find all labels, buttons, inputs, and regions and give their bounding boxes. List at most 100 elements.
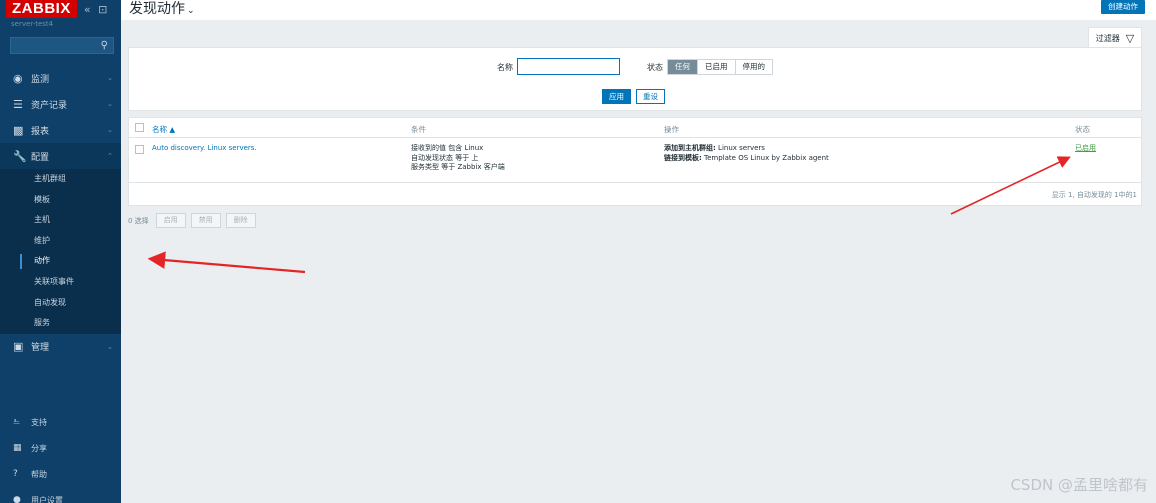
operations-cell: 添加到主机群组: Linux servers 链接到模板: Template O… <box>664 144 829 163</box>
chevron-down-icon: ⌄ <box>187 6 195 16</box>
status-option-enabled[interactable]: 已启用 <box>698 60 736 74</box>
filter-name-label: 名称 <box>497 63 513 72</box>
operation-type: 链接到模板: <box>664 153 702 162</box>
watermark: CSDN @孟里啥都有 <box>1010 476 1148 494</box>
status-option-any[interactable]: 任何 <box>668 60 698 74</box>
bar-chart-icon: ▩ <box>13 123 24 137</box>
condition-line: 服务类型 等于 Zabbix 客户端 <box>411 163 505 171</box>
admin-icon: ▣ <box>13 340 24 354</box>
submenu-item-maintenance[interactable]: 维护 <box>0 231 121 252</box>
operation-line: 添加到主机群组: Linux servers <box>664 144 829 154</box>
submenu-item-services[interactable]: 服务 <box>0 313 121 334</box>
menu-item-monitoring[interactable]: ◉ 监测 ⌄ <box>0 65 121 91</box>
share-icon: ▦ <box>13 443 22 453</box>
submenu-item-event-correlation[interactable]: 关联项事件 <box>0 272 121 293</box>
menu-label: 配置 <box>31 152 50 163</box>
column-header-status: 状态 <box>1075 125 1090 134</box>
menu-label: 报表 <box>31 126 50 137</box>
menu-item-configuration[interactable]: 🔧 配置 ⌃ <box>0 143 121 169</box>
column-header-operations: 操作 <box>664 125 679 134</box>
filter-icon: ▽ <box>1125 31 1135 45</box>
page-title-text: 发现动作 <box>129 1 185 17</box>
status-toggle-link[interactable]: 已启用 <box>1075 144 1096 152</box>
sidebar-collapse-controls[interactable]: « ⊡ <box>84 3 109 16</box>
operation-target: Linux servers <box>715 144 765 152</box>
menu-item-inventory[interactable]: ☰ 资产记录 ⌄ <box>0 91 121 117</box>
menu-label: 监测 <box>31 74 50 85</box>
filter-status-toggle: 任何 已启用 停用的 <box>667 59 773 75</box>
list-icon: ☰ <box>13 97 23 111</box>
mass-disable-button[interactable]: 禁用 <box>190 213 221 228</box>
submenu-item-hosts[interactable]: 主机 <box>0 210 121 231</box>
submenu-item-actions[interactable]: 动作 <box>0 251 121 272</box>
filter-status-label: 状态 <box>647 63 663 72</box>
main-menu: ◉ 监测 ⌄ ☰ 资产记录 ⌄ ▩ 报表 ⌄ 🔧 配置 ⌃ 主机群组 模板 主机… <box>0 65 121 360</box>
action-name-link[interactable]: Auto discovery. Linux servers. <box>152 144 257 152</box>
search-icon[interactable]: ⚲ <box>101 40 108 51</box>
operation-line: 链接到模板: Template OS Linux by Zabbix agent <box>664 154 829 164</box>
sidebar: ZABBIX « ⊡ server-test4 ⚲ ◉ 监测 ⌄ ☰ 资产记录 … <box>0 0 121 503</box>
submenu-item-templates[interactable]: 模板 <box>0 190 121 211</box>
mass-delete-button[interactable]: 删除 <box>225 213 256 228</box>
table-row: Auto discovery. Linux servers. 接收到的值 包含 … <box>129 139 1141 183</box>
operation-type: 添加到主机群组: <box>664 144 716 152</box>
help-icon: ? <box>13 469 18 479</box>
action-name-cell: Auto discovery. Linux servers. <box>152 144 257 154</box>
chevron-up-icon: ⌃ <box>107 152 113 160</box>
filter-name-input[interactable] <box>517 58 620 75</box>
configuration-submenu: 主机群组 模板 主机 维护 动作 关联项事件 自动发现 服务 <box>0 169 121 334</box>
menu-item-share[interactable]: ▦ 分享 <box>0 435 121 461</box>
page-header: 发现动作 ⌄ 创建动作 <box>121 0 1156 20</box>
chevron-down-icon: ⌄ <box>107 126 113 134</box>
menu-label: 用户设置 <box>31 495 63 503</box>
mass-enable-button[interactable]: 启用 <box>155 213 186 228</box>
sidebar-search-input[interactable]: ⚲ <box>10 37 114 54</box>
server-name: server-test4 <box>11 20 54 28</box>
table-header: 名称 ▲ 条件 操作 状态 <box>129 118 1141 138</box>
eye-icon: ◉ <box>13 71 23 85</box>
menu-item-support[interactable]: ⎁ 支持 <box>0 409 121 435</box>
table-summary: 显示 1, 自动发现的 1中的1 <box>1051 191 1137 199</box>
menu-label: 管理 <box>31 343 50 354</box>
menu-item-user-settings[interactable]: ● 用户设置 <box>0 487 121 503</box>
conditions-cell: 接收到的值 包含 Linux 自动发现状态 等于 上 服务类型 等于 Zabbi… <box>411 144 505 173</box>
condition-line: 接收到的值 包含 Linux <box>411 144 484 152</box>
column-header-conditions: 条件 <box>411 125 426 134</box>
column-header-name[interactable]: 名称 ▲ <box>152 124 175 135</box>
chevron-down-icon: ⌄ <box>107 74 113 82</box>
menu-label: 资产记录 <box>31 100 68 111</box>
filter-tab-label: 过滤器 <box>1095 33 1120 43</box>
mass-actions-bar: 0 选择 启用 禁用 删除 <box>128 213 256 228</box>
menu-item-reports[interactable]: ▩ 报表 ⌄ <box>0 117 121 143</box>
zabbix-logo[interactable]: ZABBIX <box>6 0 77 18</box>
menu-item-help[interactable]: ? 帮助 <box>0 461 121 487</box>
page-title[interactable]: 发现动作 ⌄ <box>129 0 195 18</box>
wrench-icon: 🔧 <box>13 149 27 163</box>
selected-count: 0 选择 <box>128 216 149 225</box>
filter-reset-button[interactable]: 重设 <box>636 89 665 104</box>
user-icon: ● <box>13 495 21 503</box>
submenu-item-discovery[interactable]: 自动发现 <box>0 293 121 314</box>
actions-table: 名称 ▲ 条件 操作 状态 Auto discovery. Linux serv… <box>128 117 1142 206</box>
menu-item-administration[interactable]: ▣ 管理 ⌄ <box>0 334 121 360</box>
support-icon: ⎁ <box>13 417 21 427</box>
menu-label: 分享 <box>31 443 47 453</box>
logo-row: ZABBIX « ⊡ <box>6 0 109 18</box>
annotation-arrow-actions <box>147 251 306 274</box>
chevron-down-icon: ⌄ <box>107 100 113 108</box>
filter-tab[interactable]: 过滤器 ▽ <box>1088 27 1142 48</box>
row-checkbox[interactable] <box>135 145 144 154</box>
bottom-menu: ⎁ 支持 ▦ 分享 ? 帮助 ● 用户设置 <box>0 409 121 503</box>
submenu-item-host-groups[interactable]: 主机群组 <box>0 169 121 190</box>
menu-label: 支持 <box>31 417 47 427</box>
select-all-checkbox[interactable] <box>135 123 144 132</box>
status-cell: 已启用 <box>1075 144 1096 154</box>
menu-label: 帮助 <box>31 469 47 479</box>
filter-apply-button[interactable]: 应用 <box>602 89 631 104</box>
operation-target: Template OS Linux by Zabbix agent <box>701 153 829 162</box>
condition-line: 自动发现状态 等于 上 <box>411 153 479 162</box>
status-option-disabled[interactable]: 停用的 <box>735 60 772 74</box>
chevron-down-icon: ⌄ <box>107 342 113 351</box>
create-action-button[interactable]: 创建动作 <box>1101 0 1145 14</box>
filter-panel: 名称 状态 任何 已启用 停用的 应用 重设 <box>128 47 1142 111</box>
